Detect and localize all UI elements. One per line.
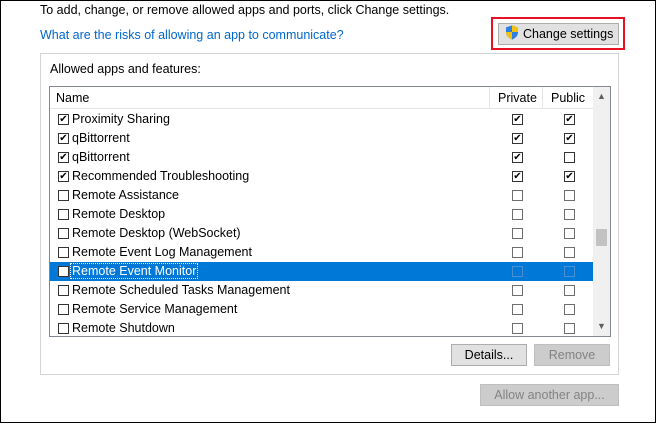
public-checkbox[interactable] bbox=[564, 285, 575, 296]
remove-button[interactable]: Remove bbox=[534, 344, 610, 366]
list-item[interactable]: Remote Service Management bbox=[50, 300, 593, 319]
enable-checkbox[interactable]: ✔ bbox=[58, 171, 69, 182]
app-name: Remote Event Log Management bbox=[72, 245, 252, 259]
private-checkbox[interactable]: ✔ bbox=[512, 114, 523, 125]
enable-checkbox[interactable]: ✔ bbox=[58, 133, 69, 144]
risks-link[interactable]: What are the risks of allowing an app to… bbox=[40, 28, 344, 42]
app-name: Remote Assistance bbox=[72, 188, 179, 202]
app-name: Proximity Sharing bbox=[72, 112, 170, 126]
enable-checkbox[interactable] bbox=[58, 190, 69, 201]
intro-text: To add, change, or remove allowed apps a… bbox=[40, 3, 450, 17]
app-name: qBittorrent bbox=[72, 150, 130, 164]
app-name: qBittorrent bbox=[72, 131, 130, 145]
scroll-thumb[interactable] bbox=[596, 229, 607, 246]
allowed-apps-list[interactable]: Name Private Public ✔ Proximity Sharing ✔ ✔… bbox=[49, 86, 611, 337]
vertical-scrollbar[interactable]: ▲ ▼ bbox=[593, 87, 610, 336]
private-checkbox[interactable] bbox=[512, 323, 523, 334]
list-item[interactable]: ✔ Proximity Sharing ✔ ✔ bbox=[50, 110, 593, 129]
enable-checkbox[interactable] bbox=[58, 228, 69, 239]
app-name: Remote Desktop bbox=[72, 207, 166, 221]
app-name: Remote Scheduled Tasks Management bbox=[72, 283, 290, 297]
private-checkbox[interactable] bbox=[512, 247, 523, 258]
column-header-name[interactable]: Name bbox=[56, 91, 89, 105]
private-checkbox[interactable] bbox=[512, 228, 523, 239]
private-checkbox[interactable] bbox=[512, 285, 523, 296]
public-checkbox[interactable] bbox=[564, 266, 575, 277]
allow-another-app-button[interactable]: Allow another app... bbox=[480, 384, 619, 406]
list-item[interactable]: ✔ qBittorrent ✔ ✔ bbox=[50, 129, 593, 148]
public-checkbox[interactable] bbox=[564, 304, 575, 315]
column-header-private[interactable]: Private bbox=[498, 91, 537, 105]
list-item[interactable]: Remote Desktop (WebSocket) bbox=[50, 224, 593, 243]
app-name: Recommended Troubleshooting bbox=[72, 169, 250, 183]
public-checkbox[interactable]: ✔ bbox=[564, 114, 575, 125]
public-checkbox[interactable]: ✔ bbox=[564, 171, 575, 182]
list-header: Name Private Public bbox=[50, 87, 593, 109]
column-separator[interactable] bbox=[489, 87, 490, 109]
enable-checkbox[interactable] bbox=[58, 209, 69, 220]
enable-checkbox[interactable] bbox=[58, 285, 69, 296]
private-checkbox[interactable] bbox=[512, 190, 523, 201]
allowed-apps-title: Allowed apps and features: bbox=[50, 62, 201, 76]
list-item[interactable]: Remote Event Monitor bbox=[50, 262, 593, 281]
private-checkbox[interactable]: ✔ bbox=[512, 152, 523, 163]
column-separator[interactable] bbox=[542, 87, 543, 109]
public-checkbox[interactable] bbox=[564, 152, 575, 163]
public-checkbox[interactable] bbox=[564, 228, 575, 239]
private-checkbox[interactable]: ✔ bbox=[512, 133, 523, 144]
public-checkbox[interactable] bbox=[564, 190, 575, 201]
list-item[interactable]: ✔ qBittorrent ✔ bbox=[50, 148, 593, 167]
scroll-down-icon[interactable]: ▼ bbox=[593, 318, 610, 335]
list-item[interactable]: Remote Desktop bbox=[50, 205, 593, 224]
public-checkbox[interactable]: ✔ bbox=[564, 133, 575, 144]
enable-checkbox[interactable]: ✔ bbox=[58, 152, 69, 163]
enable-checkbox[interactable] bbox=[58, 266, 69, 277]
change-settings-label: Change settings bbox=[523, 27, 614, 41]
private-checkbox[interactable] bbox=[512, 209, 523, 220]
public-checkbox[interactable] bbox=[564, 247, 575, 258]
column-header-public[interactable]: Public bbox=[551, 91, 585, 105]
list-item[interactable]: ✔ Recommended Troubleshooting ✔ ✔ bbox=[50, 167, 593, 186]
app-name: Remote Event Monitor bbox=[69, 263, 199, 279]
enable-checkbox[interactable]: ✔ bbox=[58, 114, 69, 125]
change-settings-button[interactable]: Change settings bbox=[498, 23, 619, 45]
list-item[interactable]: Remote Event Log Management bbox=[50, 243, 593, 262]
private-checkbox[interactable]: ✔ bbox=[512, 171, 523, 182]
list-item[interactable]: Remote Assistance bbox=[50, 186, 593, 205]
public-checkbox[interactable] bbox=[564, 209, 575, 220]
list-item[interactable]: Remote Shutdown bbox=[50, 319, 593, 336]
private-checkbox[interactable] bbox=[512, 266, 523, 277]
app-name: Remote Desktop (WebSocket) bbox=[72, 226, 241, 240]
uac-shield-icon bbox=[505, 25, 519, 43]
enable-checkbox[interactable] bbox=[58, 304, 69, 315]
list-item[interactable]: Remote Scheduled Tasks Management bbox=[50, 281, 593, 300]
enable-checkbox[interactable] bbox=[58, 247, 69, 258]
app-name: Remote Service Management bbox=[72, 302, 238, 316]
public-checkbox[interactable] bbox=[564, 323, 575, 334]
enable-checkbox[interactable] bbox=[58, 323, 69, 334]
app-name: Remote Shutdown bbox=[72, 321, 175, 335]
details-button[interactable]: Details... bbox=[451, 344, 527, 366]
private-checkbox[interactable] bbox=[512, 304, 523, 315]
scroll-up-icon[interactable]: ▲ bbox=[593, 88, 610, 105]
